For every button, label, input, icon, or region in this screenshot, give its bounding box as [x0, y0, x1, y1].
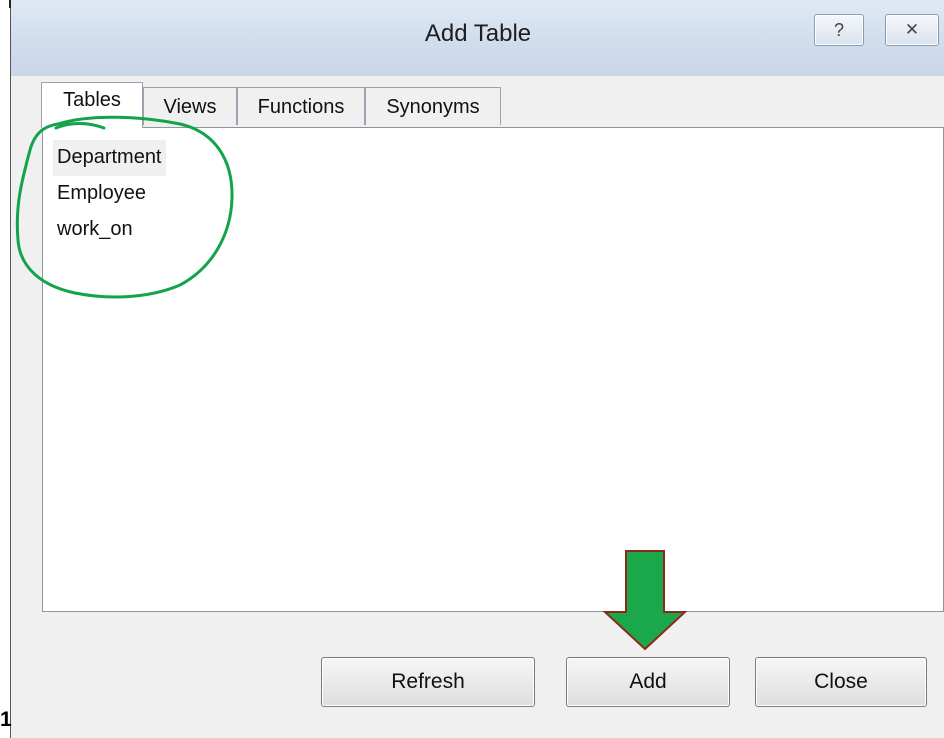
dialog-title: Add Table — [424, 20, 532, 47]
title-bar[interactable]: Add Table ? ✕ — [11, 0, 944, 76]
tab-views[interactable]: Views — [143, 87, 237, 125]
tab-functions[interactable]: Functions — [237, 87, 365, 125]
close-button[interactable]: Close — [755, 657, 927, 707]
list-item-department[interactable]: Department — [53, 140, 166, 176]
list-item-work-on[interactable]: work_on — [53, 212, 166, 248]
tab-tables[interactable]: Tables — [41, 82, 143, 128]
screenshot-canvas: Add Table ? ✕ Tables Views Functions Syn… — [0, 0, 944, 738]
window-close-button[interactable]: ✕ — [885, 14, 939, 46]
help-button[interactable]: ? — [814, 14, 864, 46]
tables-list-panel: Department Employee work_on — [42, 127, 944, 612]
help-icon: ? — [833, 20, 844, 40]
tables-list: Department Employee work_on — [53, 140, 166, 248]
list-item-employee[interactable]: Employee — [53, 176, 166, 212]
refresh-button[interactable]: Refresh — [321, 657, 535, 707]
dialog-client-area: Tables Views Functions Synonyms Departme… — [13, 76, 944, 738]
tab-synonyms[interactable]: Synonyms — [365, 87, 501, 125]
add-table-dialog: Add Table ? ✕ Tables Views Functions Syn… — [9, 0, 944, 738]
add-button[interactable]: Add — [566, 657, 730, 707]
close-icon: ✕ — [904, 20, 920, 39]
corner-label: 1 — [0, 708, 12, 731]
